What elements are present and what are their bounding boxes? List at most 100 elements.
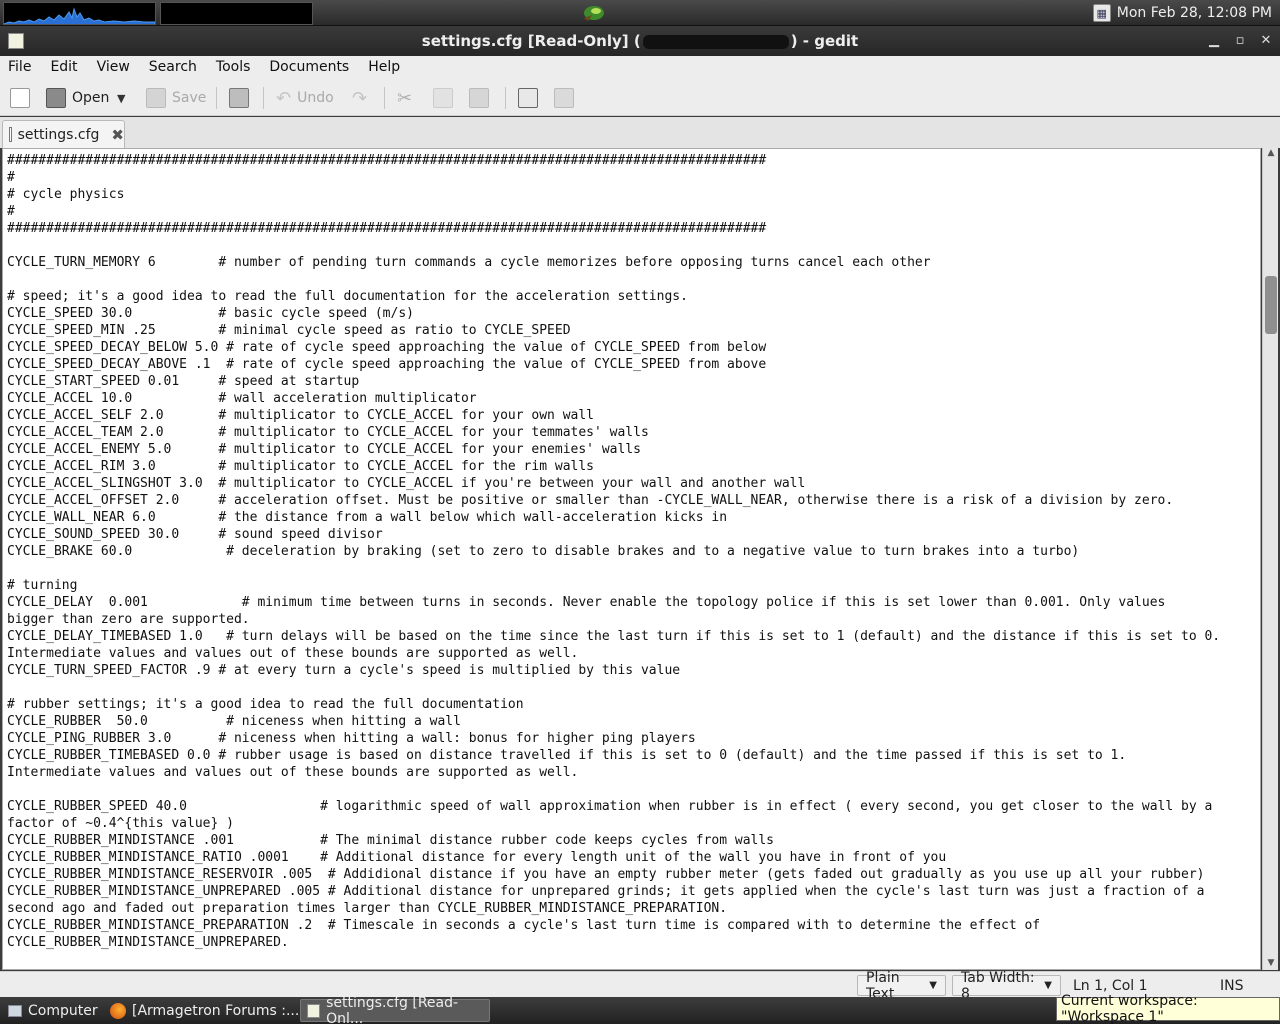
editor-line[interactable]: CYCLE_ACCEL_OFFSET 2.0 # acceleration of… xyxy=(7,492,1220,509)
editor-line[interactable]: CYCLE_SOUND_SPEED 30.0 # sound speed div… xyxy=(7,526,1220,543)
find-icon xyxy=(518,88,538,108)
editor-line[interactable]: CYCLE_TURN_SPEED_FACTOR .9 # at every tu… xyxy=(7,662,1220,679)
taskbar-firefox[interactable]: [Armagetron Forums :... xyxy=(104,999,305,1022)
editor-line[interactable]: # turning xyxy=(7,577,1220,594)
editor-line[interactable] xyxy=(7,781,1220,798)
find-replace-button[interactable] xyxy=(554,87,574,109)
paste-icon xyxy=(469,88,489,108)
editor-line[interactable]: # speed; it's a good idea to read the fu… xyxy=(7,288,1220,305)
language-selector[interactable]: Plain Text ▼ xyxy=(857,970,946,1002)
editor-line[interactable]: ########################################… xyxy=(7,152,1220,169)
scroll-up-arrow-icon[interactable]: ▲ xyxy=(1263,148,1279,160)
editor-line[interactable]: CYCLE_START_SPEED 0.01 # speed at startu… xyxy=(7,373,1220,390)
computer-icon xyxy=(8,1004,22,1017)
redo-button[interactable]: ↷ xyxy=(352,87,367,109)
cursor-position: Ln 1, Col 1 xyxy=(1073,978,1148,994)
new-document-icon xyxy=(10,88,30,108)
menu-file[interactable]: File xyxy=(8,59,37,75)
gedit-icon xyxy=(307,1003,321,1018)
cpu-monitor-graph[interactable] xyxy=(3,2,156,25)
editor-line[interactable]: CYCLE_RUBBER_TIMEBASED 0.0 # rubber usag… xyxy=(7,747,1220,764)
find-button[interactable] xyxy=(518,87,538,109)
editor-line[interactable]: # xyxy=(7,203,1220,220)
editor-line[interactable]: CYCLE_RUBBER_MINDISTANCE_RESERVOIR .005 … xyxy=(7,866,1220,883)
editor-line[interactable]: CYCLE_SPEED_DECAY_ABOVE .1 # rate of cyc… xyxy=(7,356,1220,373)
print-button[interactable] xyxy=(229,87,249,109)
save-button[interactable]: Save xyxy=(146,87,206,109)
menu-tools[interactable]: Tools xyxy=(216,59,257,75)
editor-line[interactable]: ########################################… xyxy=(7,220,1220,237)
tab-width-selector[interactable]: Tab Width: 8 ▼ xyxy=(952,970,1061,1002)
workspace-tooltip: Current workspace: "Workspace 1" xyxy=(1056,993,1280,1024)
open-recent-dropdown[interactable]: ▼ xyxy=(117,87,125,109)
editor-line[interactable]: CYCLE_RUBBER 50.0 # niceness when hittin… xyxy=(7,713,1220,730)
editor-line[interactable] xyxy=(7,679,1220,696)
editor-line[interactable]: CYCLE_ACCEL_SELF 2.0 # multiplicator to … xyxy=(7,407,1220,424)
editor-line[interactable]: CYCLE_DELAY 0.001 # minimum time between… xyxy=(7,594,1220,611)
undo-button[interactable]: ↶ Undo xyxy=(276,87,334,109)
editor-line[interactable]: CYCLE_RUBBER_MINDISTANCE_UNPREPARED .005… xyxy=(7,883,1220,900)
chevron-down-icon: ▼ xyxy=(929,980,937,991)
editor-line[interactable]: # rubber settings; it's a good idea to r… xyxy=(7,696,1220,713)
editor-line[interactable]: CYCLE_TURN_MEMORY 6 # number of pending … xyxy=(7,254,1220,271)
taskbar-gedit-label: settings.cfg [Read-Onl... xyxy=(326,994,459,1024)
distro-logo-icon[interactable] xyxy=(580,2,608,24)
editor-line[interactable]: CYCLE_SPEED_MIN .25 # minimal cycle spee… xyxy=(7,322,1220,339)
toolbar-separator xyxy=(216,87,217,109)
editor-line[interactable]: CYCLE_RUBBER_MINDISTANCE .001 # The mini… xyxy=(7,832,1220,849)
close-icon[interactable]: ✕ xyxy=(1257,32,1275,50)
editor-line[interactable]: # cycle physics xyxy=(7,186,1220,203)
clock-area[interactable]: ▦ Mon Feb 28, 12:08 PM xyxy=(1092,0,1272,26)
editor-line[interactable]: CYCLE_RUBBER_MINDISTANCE_UNPREPARED. xyxy=(7,934,1220,951)
editor-line[interactable] xyxy=(7,560,1220,577)
editor-line[interactable]: CYCLE_WALL_NEAR 6.0 # the distance from … xyxy=(7,509,1220,526)
open-button[interactable]: Open xyxy=(46,87,109,109)
editor-line[interactable]: # xyxy=(7,169,1220,186)
menu-edit[interactable]: Edit xyxy=(50,59,83,75)
editor-line[interactable]: Intermediate values and values out of th… xyxy=(7,764,1220,781)
menu-search[interactable]: Search xyxy=(149,59,203,75)
paste-button[interactable] xyxy=(469,87,489,109)
editor-line[interactable]: CYCLE_ACCEL 10.0 # wall acceleration mul… xyxy=(7,390,1220,407)
editor-line[interactable]: factor of ~0.4^{this value} ) xyxy=(7,815,1220,832)
maximize-icon[interactable]: ▫ xyxy=(1231,32,1249,50)
close-tab-icon[interactable]: ✖ xyxy=(111,126,124,144)
editor-line[interactable]: CYCLE_ACCEL_TEAM 2.0 # multiplicator to … xyxy=(7,424,1220,441)
text-editor[interactable]: ########################################… xyxy=(2,148,1261,970)
scroll-down-arrow-icon[interactable]: ▼ xyxy=(1263,958,1279,970)
calendar-icon: ▦ xyxy=(1092,4,1111,22)
editor-line[interactable]: CYCLE_DELAY_TIMEBASED 1.0 # turn delays … xyxy=(7,628,1220,645)
editor-content[interactable]: ########################################… xyxy=(7,152,1220,951)
clock-text[interactable]: Mon Feb 28, 12:08 PM xyxy=(1117,5,1272,21)
menu-documents[interactable]: Documents xyxy=(269,59,355,75)
editor-line[interactable] xyxy=(7,237,1220,254)
editor-line[interactable]: CYCLE_RUBBER_MINDISTANCE_RATIO .0001 # A… xyxy=(7,849,1220,866)
new-document-button[interactable] xyxy=(10,87,30,109)
menu-help[interactable]: Help xyxy=(368,59,406,75)
editor-line[interactable]: CYCLE_RUBBER_SPEED 40.0 # logarithmic sp… xyxy=(7,798,1220,815)
editor-line[interactable]: CYCLE_ACCEL_ENEMY 5.0 # multiplicator to… xyxy=(7,441,1220,458)
copy-button[interactable] xyxy=(433,87,453,109)
taskbar-gedit[interactable]: settings.cfg [Read-Onl... xyxy=(300,995,490,1024)
editor-line[interactable]: CYCLE_RUBBER_MINDISTANCE_PREPARATION .2 … xyxy=(7,917,1220,934)
editor-line[interactable]: Intermediate values and values out of th… xyxy=(7,645,1220,662)
editor-line[interactable]: CYCLE_SPEED_DECAY_BELOW 5.0 # rate of cy… xyxy=(7,339,1220,356)
save-icon xyxy=(146,88,166,108)
editor-line[interactable]: CYCLE_ACCEL_SLINGSHOT 3.0 # multiplicato… xyxy=(7,475,1220,492)
editor-line[interactable]: CYCLE_BRAKE 60.0 # deceleration by braki… xyxy=(7,543,1220,560)
vertical-scrollbar[interactable]: ▲ ▼ xyxy=(1262,148,1278,970)
cut-button[interactable]: ✂ xyxy=(397,87,412,109)
editor-line[interactable]: second ago and faded out preparation tim… xyxy=(7,900,1220,917)
minimize-icon[interactable]: ▁ xyxy=(1205,32,1223,50)
network-monitor-graph[interactable] xyxy=(160,2,313,25)
editor-line[interactable]: CYCLE_SPEED 30.0 # basic cycle speed (m/… xyxy=(7,305,1220,322)
editor-line[interactable] xyxy=(7,271,1220,288)
editor-line[interactable]: bigger than zero are supported. xyxy=(7,611,1220,628)
tab-settings-cfg[interactable]: settings.cfg ✖ xyxy=(2,120,125,148)
scrollbar-thumb[interactable] xyxy=(1265,276,1277,334)
window-titlebar[interactable]: settings.cfg [Read-Only] () - gedit ▁ ▫ … xyxy=(0,26,1280,56)
editor-line[interactable]: CYCLE_PING_RUBBER 3.0 # niceness when hi… xyxy=(7,730,1220,747)
taskbar-computer[interactable]: Computer xyxy=(2,999,104,1022)
menu-view[interactable]: View xyxy=(97,59,136,75)
editor-line[interactable]: CYCLE_ACCEL_RIM 3.0 # multiplicator to C… xyxy=(7,458,1220,475)
